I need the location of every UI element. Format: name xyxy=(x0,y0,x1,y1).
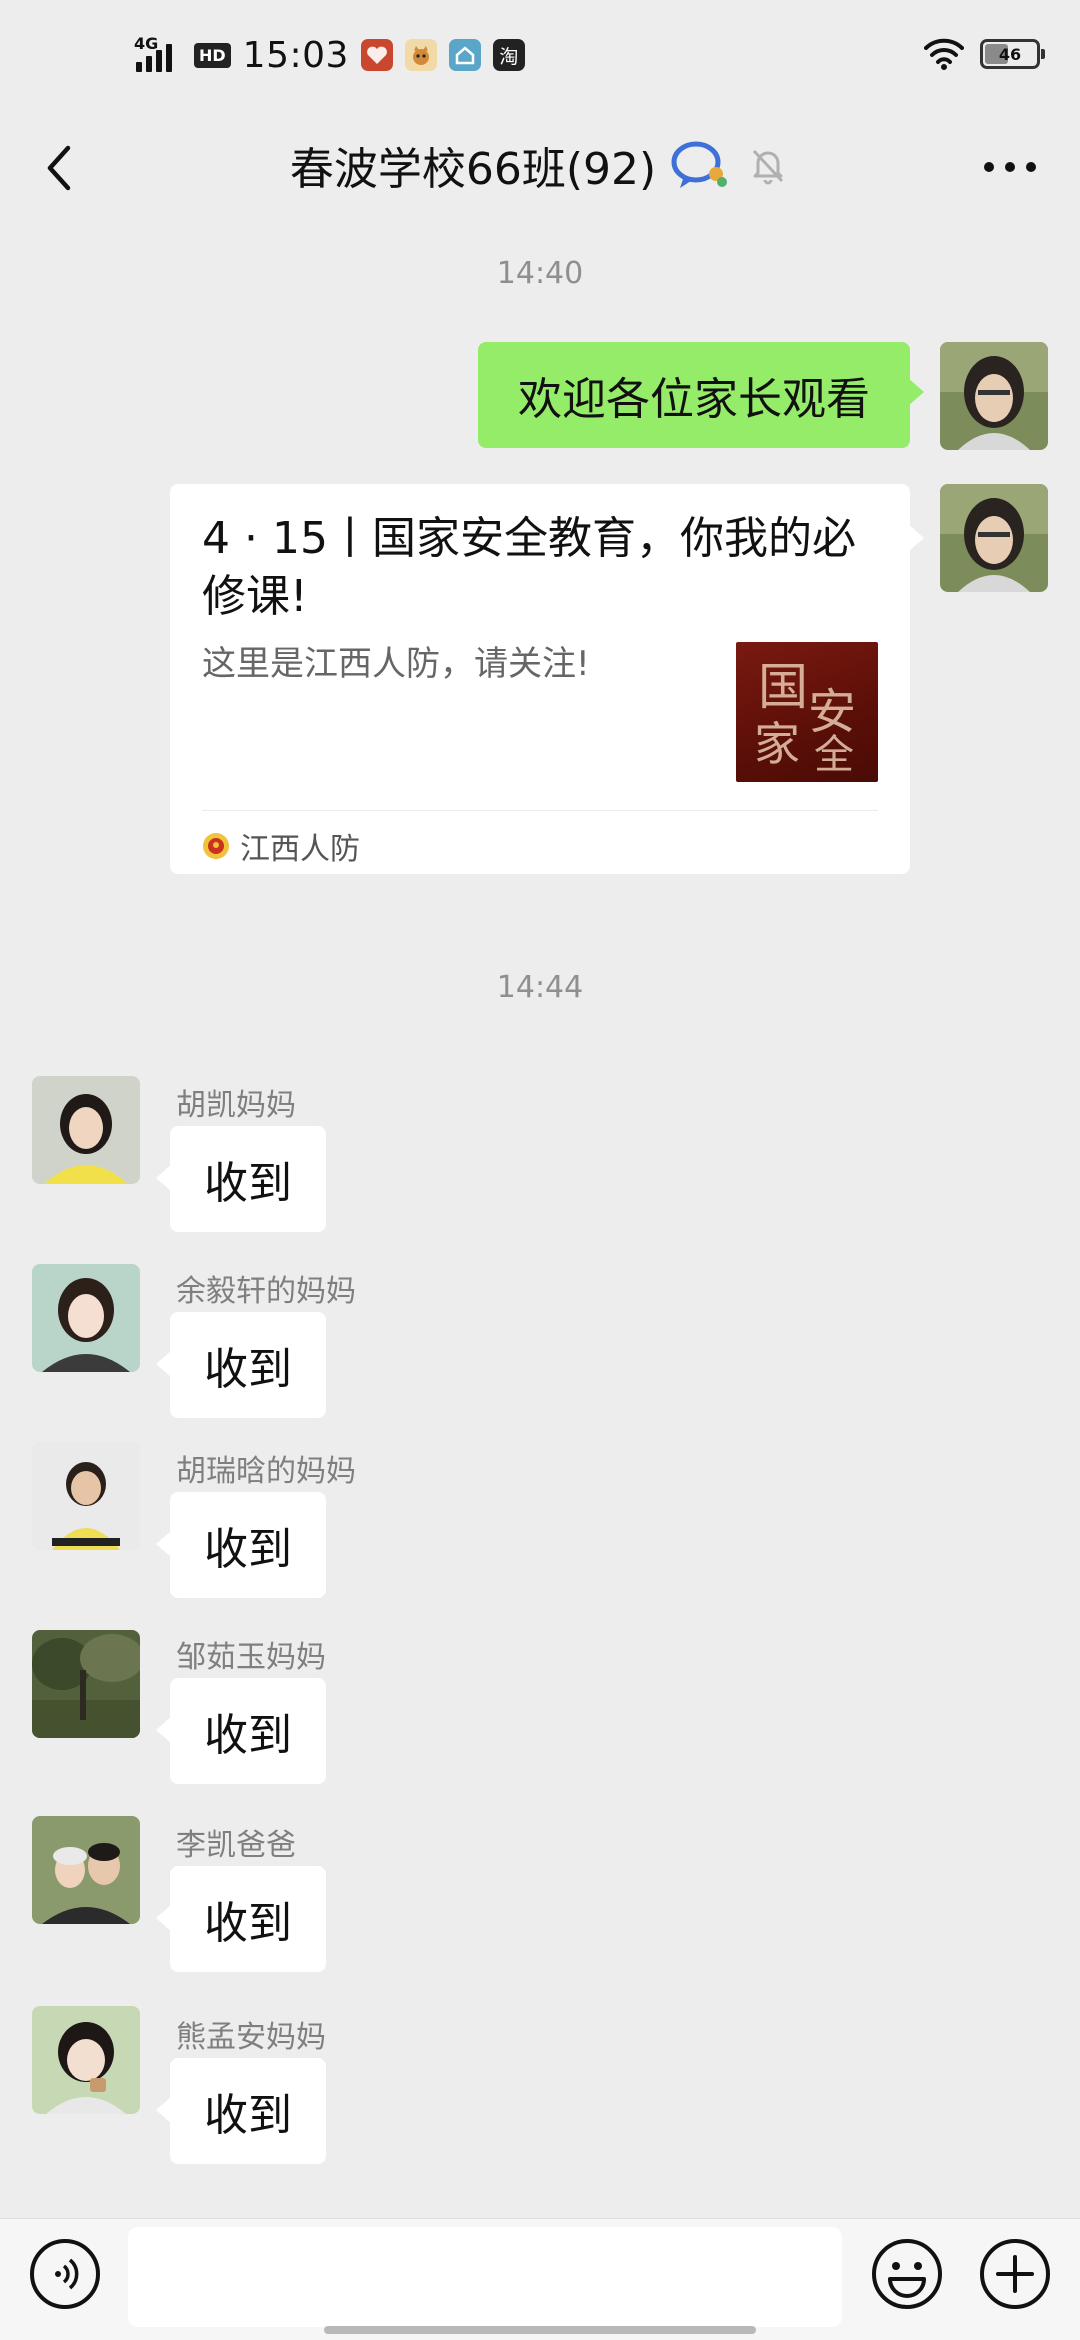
sender-avatar[interactable] xyxy=(32,1264,140,1372)
taobao-glyph: 淘 xyxy=(499,45,519,68)
sender-avatar[interactable] xyxy=(32,1442,140,1550)
received-message-bubble[interactable]: 收到 xyxy=(156,1678,326,1784)
group-title: 春波学校66班(92) xyxy=(289,144,657,195)
status-time: 15:03 xyxy=(242,34,349,76)
received-message-bubble[interactable]: 收到 xyxy=(156,1126,326,1232)
wifi-icon xyxy=(924,38,964,70)
cellular-signal-icon: 4G xyxy=(130,34,182,76)
sender-avatar[interactable] xyxy=(32,1816,140,1924)
ellipsis-icon xyxy=(984,162,1036,172)
sender-avatar[interactable] xyxy=(32,2006,140,2114)
group-chat-badge-icon xyxy=(671,141,728,188)
emoji-button[interactable] xyxy=(870,2237,944,2311)
taobao-app-icon: 淘 xyxy=(492,39,525,71)
hd-voice-badge: HD xyxy=(194,42,231,68)
sender-name: 胡凯妈妈 xyxy=(176,1088,296,1123)
sender-name: 熊孟安妈妈 xyxy=(176,2020,326,2055)
sender-name: 胡瑞晗的妈妈 xyxy=(176,1454,356,1489)
plus-icon xyxy=(980,2239,1050,2309)
received-message-bubble[interactable]: 收到 xyxy=(156,2058,326,2164)
message-input-bar xyxy=(0,2218,1080,2340)
sender-name: 余毅轩的妈妈 xyxy=(176,1274,356,1309)
sender-name: 李凯爸爸 xyxy=(176,1828,296,1863)
my-avatar[interactable] xyxy=(940,484,1048,592)
svg-text:家: 家 xyxy=(754,717,800,771)
home-indicator[interactable] xyxy=(324,2326,756,2334)
emoji-icon xyxy=(872,2239,942,2309)
chat-screen: 4G HD 15:03 淘 46 春波学校66班(92) 14:40 欢迎各位家… xyxy=(0,0,1080,2340)
svg-text:全: 全 xyxy=(814,732,854,778)
sender-avatar[interactable] xyxy=(32,1630,140,1738)
message-timestamp: 14:44 xyxy=(496,970,584,1005)
more-functions-button[interactable] xyxy=(978,2237,1052,2311)
voice-input-button[interactable] xyxy=(28,2237,102,2311)
article-source[interactable]: 江西人防 xyxy=(202,824,360,868)
sent-message-bubble[interactable]: 欢迎各位家长观看 xyxy=(478,342,924,448)
battery-level: 46 xyxy=(998,44,1022,64)
chat-header: 春波学校66班(92) xyxy=(0,120,1080,210)
article-share-card[interactable]: 4 · 15丨国家安全教育，你我的必修课! 这里是江西人防，请关注! 国 安 家… xyxy=(170,484,924,874)
svg-text:国: 国 xyxy=(758,658,808,716)
status-bar: 4G HD 15:03 淘 46 xyxy=(0,0,1080,120)
source-name: 江西人防 xyxy=(240,832,360,867)
network-type: 4G xyxy=(134,34,159,53)
message-text-input[interactable] xyxy=(128,2227,842,2327)
sender-avatar[interactable] xyxy=(32,1076,140,1184)
article-title: 4 · 15丨国家安全教育，你我的必修课! xyxy=(202,513,856,622)
heart-app-icon xyxy=(360,39,393,71)
battery-icon: 46 xyxy=(980,39,1045,69)
article-description: 这里是江西人防，请关注! xyxy=(202,644,590,684)
voice-icon xyxy=(30,2239,100,2309)
received-message-bubble[interactable]: 收到 xyxy=(156,1866,326,1972)
home-app-icon xyxy=(448,39,481,71)
my-avatar[interactable] xyxy=(940,342,1048,450)
sender-name: 邹茹玉妈妈 xyxy=(176,1640,326,1675)
more-options-button[interactable] xyxy=(980,142,1040,192)
article-thumbnail: 国 安 家 全 xyxy=(736,642,878,782)
mute-bell-icon xyxy=(753,149,784,185)
message-timestamp: 14:40 xyxy=(496,256,584,291)
card-divider xyxy=(202,810,878,811)
cat-app-icon xyxy=(404,39,437,71)
received-message-bubble[interactable]: 收到 xyxy=(156,1312,326,1418)
source-emblem-icon xyxy=(203,833,229,859)
received-message-bubble[interactable]: 收到 xyxy=(156,1492,326,1598)
